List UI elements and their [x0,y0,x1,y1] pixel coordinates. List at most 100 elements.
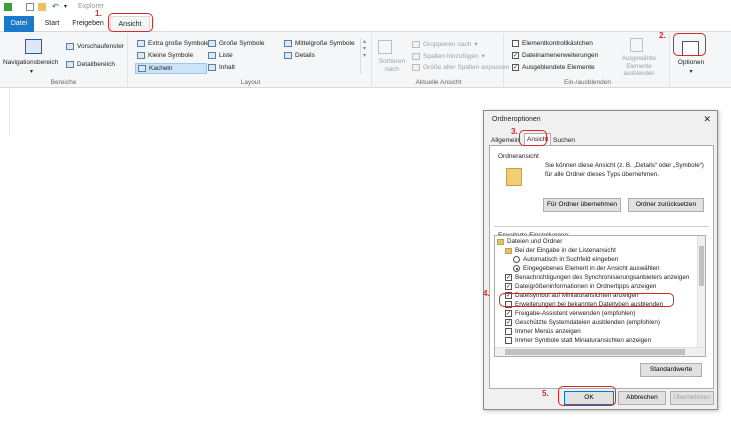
checkbox-label: Elementkontrollkästchen [522,40,593,47]
navigationsbereich-button[interactable]: Navigationsbereich [3,59,58,66]
step-2-label: 2. [659,31,666,40]
app-icon [4,3,12,11]
layout-tiles[interactable]: Kacheln [135,63,207,74]
navigationsbereich-dropdown-icon[interactable]: ▾ [30,68,33,75]
properties-icon[interactable] [26,3,34,11]
sortieren-button[interactable]: Sortieren nach [376,58,408,74]
radio-checked[interactable] [513,265,520,272]
setting-label: Dateigrößeninformationen in Ordnertipps … [515,283,657,290]
undo-icon[interactable]: ↶ [52,3,60,11]
folder-icon [505,247,512,254]
layout-gallery-scroll[interactable]: ▴ ▾ ▾ [360,38,368,74]
medium-icons-icon [284,40,292,47]
layout-extra-large-icons[interactable]: Extra große Symbole [137,40,209,47]
list-item[interactable]: ✓ Dateigrößeninformationen in Ordnertipps… [505,282,656,291]
large-icons-icon [208,40,216,47]
layout-item-label: Details [295,52,315,59]
detailbereich-label: Detailbereich [77,61,115,68]
setting-label: Geschützte Systemdateien ausblenden (emp… [515,319,660,326]
group-label-aktuelle-ansicht: Aktuelle Ansicht [415,79,462,86]
checkbox-unchecked[interactable] [505,328,512,335]
list-item[interactable]: Automatisch in Suchfeld eingeben [513,255,618,264]
vertical-scrollbar[interactable] [697,236,705,348]
layout-details[interactable]: Details [284,52,315,59]
uebernehmen-button[interactable]: Übernehmen [670,391,714,405]
folder-view-icon [506,168,522,186]
group-aktuelle-ansicht: Sortieren nach Gruppieren nach ▾ Spalten … [374,34,509,86]
annotation-box-optionen [673,33,706,56]
annotation-box-erweiterungen [499,293,674,307]
ausgewaehlte-ausblenden-button[interactable]: Ausgewählte Elemente ausblenden [612,56,666,79]
navigationsbereich-label: Navigationsbereich [3,59,59,66]
checkbox-checked[interactable]: ✓ [505,274,512,281]
vorschaufenster-button[interactable]: Vorschaufenster [66,43,124,50]
spalten-label: Spalten hinzufügen [423,52,479,60]
dateinamenerweiterungen-checkbox[interactable]: ✓ Dateinamenerweiterungen [512,52,598,59]
gruppieren-label: Gruppieren nach [423,40,472,48]
list-item[interactable]: Eingegebenes Element in der Ansicht ausw… [513,264,660,273]
content-icon [208,64,216,71]
close-icon[interactable]: ✕ [703,114,711,125]
layout-item-label: Extra große Symbole [148,40,210,47]
spalten-button[interactable]: Spalten hinzufügen ▾ [412,52,485,60]
annotation-box-ok [558,386,616,406]
setting-label: Immer Menüs anzeigen [515,328,581,335]
checkbox-checked[interactable]: ✓ [505,319,512,326]
ordneransicht-text: Sie können diese Ansicht (z. B. „Details… [545,162,704,178]
customize-dropdown-icon[interactable]: ▾ [64,3,72,11]
groesse-button[interactable]: Größe aller Spalten anpassen [412,64,509,71]
new-folder-icon[interactable] [38,3,46,11]
group-label-bereiche: Bereiche [50,79,77,86]
ordneroptionen-dialog: Ordneroptionen ✕ Allgemein Ansicht Suche… [483,110,718,410]
list-icon [208,52,216,59]
step-3-label: 3. [511,127,518,136]
preview-pane-icon [66,43,74,50]
details-pane-icon [66,61,74,68]
extra-large-icons-icon [137,40,145,47]
setting-label: Dateien und Ordner [507,238,563,245]
layout-list[interactable]: Liste [208,52,233,59]
group-layout: Extra große Symbole Große Symbole Mittel… [130,34,372,86]
navigation-pane-icon [25,39,42,54]
list-item[interactable]: Immer Menüs anzeigen [505,327,581,336]
list-item[interactable]: ✓ Geschützte Systemdateien ausblenden (em… [505,318,660,327]
fuer-ordner-uebernehmen-button[interactable]: Für Ordner übernehmen [543,198,621,212]
setting-label: Freigabe-Assistent verwenden (empfohlen) [515,310,636,317]
details-icon [284,52,292,59]
list-item[interactable]: Immer Symbole statt Miniaturansichten an… [505,336,651,345]
annotation-box-ansicht-tab [108,13,153,32]
setting-label: Benachrichtigungen des Synchronisierungs… [515,274,690,281]
size-columns-icon [412,64,420,71]
scroll-thumb[interactable] [505,349,685,355]
checkbox-label: Dateinamenerweiterungen [522,52,599,59]
detailbereich-button[interactable]: Detailbereich [66,61,115,68]
list-item[interactable]: ✓ Benachrichtigungen des Synchronisierung… [505,273,689,282]
layout-content[interactable]: Inhalt [208,64,235,71]
gruppieren-button[interactable]: Gruppieren nach ▾ [412,40,478,48]
setting-label: Automatisch in Suchfeld eingeben [523,256,619,263]
layout-item-label: Inhalt [219,64,235,71]
layout-large-icons[interactable]: Große Symbole [208,40,265,47]
tab-start[interactable]: Start [38,16,66,32]
checkbox-checked[interactable]: ✓ [505,283,512,290]
layout-item-label: Kleine Symbole [148,52,194,59]
setting-label: Eingegebenes Element in der Ansicht ausw… [523,265,660,272]
ausgeblendete-elemente-checkbox[interactable]: ✓ Ausgeblendete Elemente [512,64,595,71]
checkbox-unchecked[interactable] [505,337,512,344]
vorschaufenster-label: Vorschaufenster [77,43,124,50]
layout-small-icons[interactable]: Kleine Symbole [137,52,193,59]
ordner-zuruecksetzen-button[interactable]: Ordner zurücksetzen [628,198,704,212]
list-item[interactable]: ✓ Freigabe-Assistent verwenden (empfohlen… [505,309,635,318]
horizontal-scrollbar[interactable] [495,347,705,356]
annotation-box-ansicht-dialog-tab [519,130,547,146]
group-label-ein-ausblenden: Ein-/ausblenden [564,79,611,86]
checkbox-checked[interactable]: ✓ [505,310,512,317]
tab-freigeben[interactable]: Freigeben [70,16,106,32]
elementkontrollkaestchen-checkbox[interactable]: Elementkontrollkästchen [512,40,593,47]
standardwerte-button[interactable]: Standardwerte [640,363,702,377]
abbrechen-button[interactable]: Abbrechen [618,391,666,405]
scroll-thumb[interactable] [699,246,704,286]
radio-unchecked[interactable] [513,256,520,263]
layout-medium-icons[interactable]: Mittelgroße Symbole [284,40,355,47]
tab-datei[interactable]: Datei [4,16,34,32]
